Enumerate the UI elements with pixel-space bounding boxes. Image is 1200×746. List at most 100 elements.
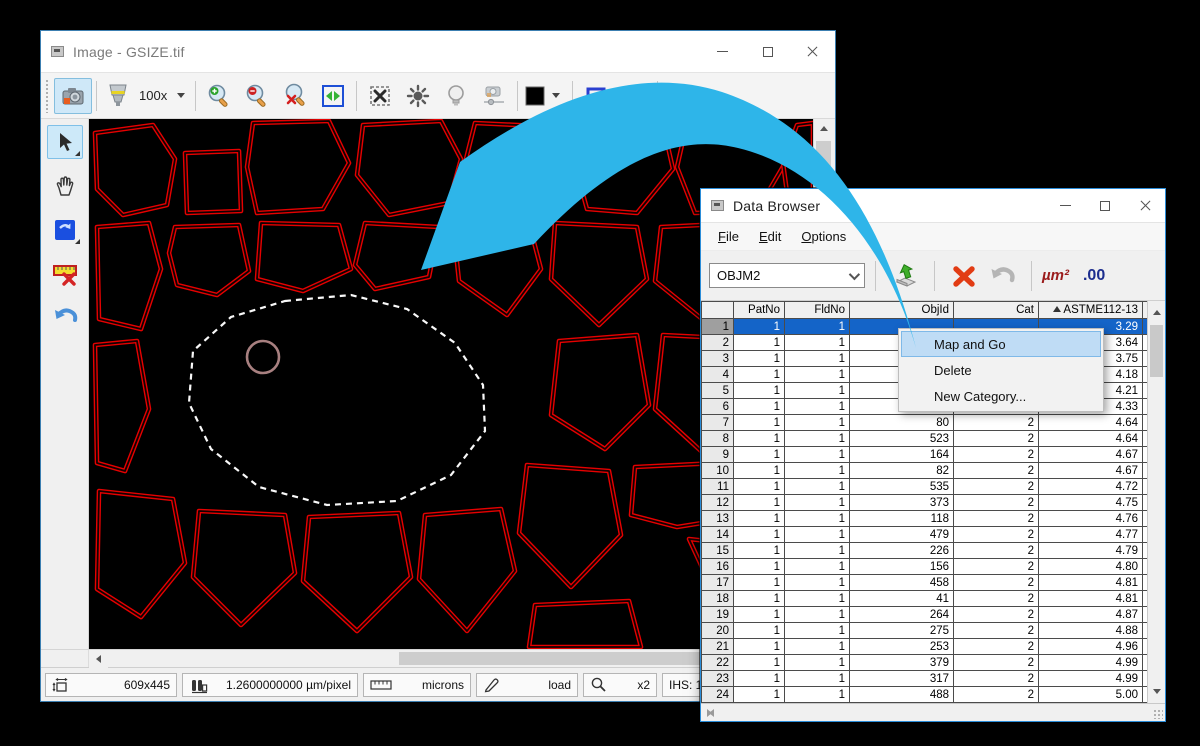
pen-icon [483, 676, 501, 694]
fit-to-window-button[interactable] [314, 78, 352, 114]
data-cell: 1 [785, 559, 850, 575]
data-cell: 379 [850, 655, 954, 671]
data-browser-titlebar[interactable]: Data Browser [701, 189, 1165, 223]
table-row[interactable]: 91116424.67 [702, 447, 1150, 463]
pointer-tool[interactable] [47, 125, 83, 159]
db-minimize-button[interactable] [1045, 189, 1085, 222]
more-tools-chevrons[interactable] [706, 90, 714, 102]
scroll-up-arrow[interactable] [814, 119, 833, 138]
context-menu-item-new-category[interactable]: New Category... [901, 383, 1101, 409]
table-row[interactable]: 231131724.99 [702, 671, 1150, 687]
unit-label[interactable]: µm² [1042, 267, 1069, 284]
row-number-cell: 15 [702, 543, 734, 559]
close-button[interactable] [790, 31, 835, 72]
column-header-objid[interactable]: ObjId [850, 302, 954, 319]
table-row[interactable]: 131111824.76 [702, 511, 1150, 527]
objective-button[interactable] [101, 78, 135, 114]
table-row[interactable]: 201127524.88 [702, 623, 1150, 639]
menu-edit[interactable]: Edit [750, 225, 790, 248]
table-row[interactable]: 10118224.67 [702, 463, 1150, 479]
delete-overlay-button[interactable] [361, 78, 399, 114]
undo-tool[interactable] [47, 301, 83, 335]
context-menu-item-map-and-go[interactable]: Map and Go [901, 331, 1101, 357]
data-cell: 4.76 [1039, 511, 1143, 527]
lut-value: load [501, 678, 571, 692]
data-cell: 1 [785, 335, 850, 351]
column-header-patno[interactable]: PatNo [734, 302, 785, 319]
table-row[interactable]: 141147924.77 [702, 527, 1150, 543]
table-row[interactable]: 18114124.81 [702, 591, 1150, 607]
column-header-cat[interactable]: Cat [954, 302, 1039, 319]
horizontal-scroll-thumb[interactable] [399, 652, 729, 665]
delete-row-button[interactable] [945, 258, 983, 294]
context-menu-item-delete[interactable]: Delete [901, 357, 1101, 383]
dataset-combobox[interactable]: OBJM2 [709, 263, 865, 288]
font-style-button[interactable]: a A [662, 78, 700, 114]
row-number-cell: 16 [702, 559, 734, 575]
data-cell: 2 [954, 495, 1039, 511]
data-cell: 1 [734, 623, 785, 639]
zoom-out-button[interactable] [238, 78, 276, 114]
magnification-dropdown[interactable] [177, 93, 185, 98]
table-row[interactable]: 161115624.80 [702, 559, 1150, 575]
db-maximize-button[interactable] [1085, 189, 1125, 222]
resize-grip[interactable] [1153, 709, 1163, 719]
table-row[interactable]: 7118024.64 [702, 415, 1150, 431]
image-size-value: 609x445 [70, 678, 170, 692]
zoom-cancel-button[interactable] [276, 78, 314, 114]
pointer-icon [55, 131, 75, 153]
grid-vertical-scrollbar[interactable] [1147, 301, 1165, 703]
zoom-in-button[interactable] [200, 78, 238, 114]
minimize-button[interactable] [700, 31, 745, 72]
color-swatch-button[interactable] [522, 78, 568, 114]
menu-file[interactable]: File [709, 225, 748, 248]
camera-settings-button[interactable] [475, 78, 513, 114]
column-header-astme112-13[interactable]: ASTME112-13 [1039, 302, 1143, 319]
grid-vscroll-thumb[interactable] [1150, 325, 1163, 377]
annotation-rect-blue-button[interactable] [577, 78, 615, 114]
table-row[interactable]: 241148825.00 [702, 687, 1150, 703]
transform-tool[interactable] [47, 213, 83, 247]
table-row[interactable]: 121137324.75 [702, 495, 1150, 511]
precision-label[interactable]: .00 [1083, 267, 1105, 285]
data-cell: 1 [785, 399, 850, 415]
ring-light-button[interactable] [399, 78, 437, 114]
ring-light-icon [405, 83, 431, 109]
db-close-button[interactable] [1125, 189, 1165, 222]
grid-scroll-down[interactable] [1148, 682, 1165, 701]
image-window-titlebar[interactable]: Image - GSIZE.tif [41, 31, 835, 73]
pan-hand-tool[interactable] [47, 169, 83, 203]
table-row[interactable]: 111153524.72 [702, 479, 1150, 495]
annotation-rect-pink-button[interactable] [615, 78, 653, 114]
lamp-button[interactable] [437, 78, 475, 114]
table-row[interactable]: 211125324.96 [702, 639, 1150, 655]
data-cell: 488 [850, 687, 954, 703]
data-cell: 317 [850, 671, 954, 687]
db-undo-button[interactable] [983, 258, 1021, 294]
toolbar-grip[interactable] [45, 79, 50, 113]
delete-measure-tool[interactable] [47, 257, 83, 291]
grid-scroll-up[interactable] [1148, 303, 1165, 322]
resize-icon [52, 676, 70, 694]
scroll-left-arrow[interactable] [89, 650, 108, 668]
lamp-icon [444, 83, 468, 109]
table-row[interactable]: 81152324.64 [702, 431, 1150, 447]
table-row[interactable]: 221137924.99 [702, 655, 1150, 671]
table-row[interactable]: 191126424.87 [702, 607, 1150, 623]
menu-options[interactable]: Options [792, 225, 855, 248]
table-row[interactable]: 151122624.79 [702, 543, 1150, 559]
row-number-cell: 5 [702, 383, 734, 399]
camera-capture-button[interactable] [54, 78, 92, 114]
data-cell: 253 [850, 639, 954, 655]
column-header-fldno[interactable]: FldNo [785, 302, 850, 319]
grid-scroll-right[interactable] [701, 704, 717, 721]
context-menu: Map and GoDeleteNew Category... [898, 328, 1104, 412]
data-cell: 1 [734, 655, 785, 671]
data-cell: 4.77 [1039, 527, 1143, 543]
maximize-button[interactable] [745, 31, 790, 72]
font-style-icon: a A [666, 83, 696, 109]
table-row[interactable]: 171145824.81 [702, 575, 1150, 591]
send-to-image-button[interactable] [886, 258, 924, 294]
grid-horizontal-scrollbar[interactable] [701, 703, 1165, 721]
menubar: FileEditOptions [701, 223, 1165, 251]
